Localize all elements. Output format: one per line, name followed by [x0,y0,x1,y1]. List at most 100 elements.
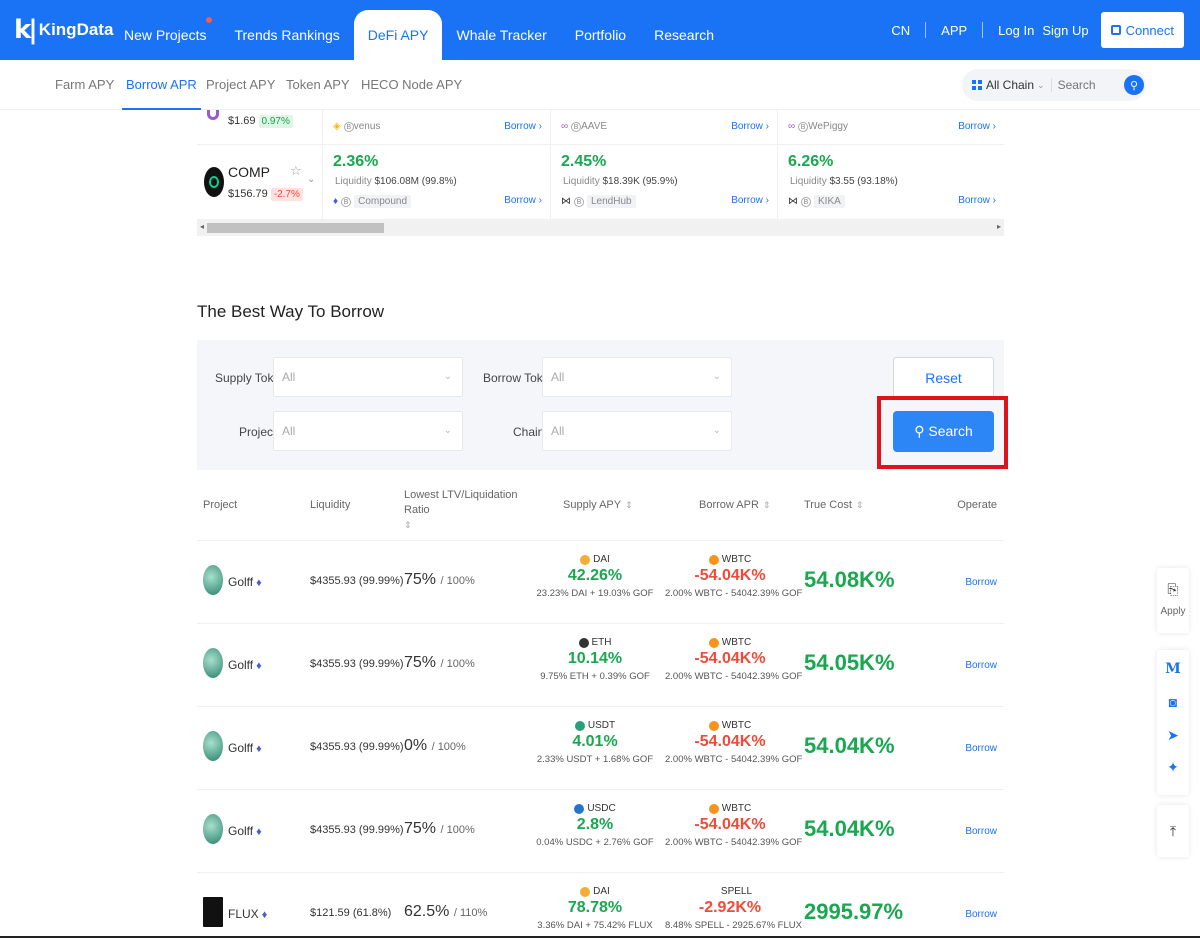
kingdata-logo[interactable]: k| KingData [14,15,113,45]
horizontal-scrollbar[interactable]: ◂ ▸ [197,220,1004,236]
tab-borrow-apr[interactable]: Borrow APR [122,60,201,110]
strip-cell: 2.45% Liquidity $18.39K (95.9%) ⋈ B LendHu… [550,145,777,219]
nav-trends-rankings[interactable]: Trends Rankings [220,10,353,60]
twitter-icon[interactable]: ✦ [1164,758,1182,776]
project-cell[interactable]: Golff ♦ [228,575,262,589]
strip-row: COMP ☆ ⌄ $156.79 -2.7% 2.36% Liquidity $1… [197,145,1004,220]
bsc-icon: ◈ [333,121,341,132]
b-icon: B [343,121,354,132]
telegram-icon[interactable]: ➤ [1164,726,1182,744]
borrow-link[interactable]: Borrow [965,743,997,754]
nav-portfolio[interactable]: Portfolio [561,10,640,60]
borrow-token: WBTC [665,637,795,648]
supply-token-icon [578,637,589,648]
borrow-token-select[interactable]: All ⌄ [542,357,732,397]
borrow-apr-detail: 2.00% WBTC - 54042.39% GOF [665,588,803,599]
login-link[interactable]: Log In [994,23,1038,38]
supply-apy-cell: USDT 4.01% 2.33% USDT + 1.68% GOF [535,720,655,765]
b-icon: B [798,121,809,132]
nav-defi-apy[interactable]: DeFi APY [353,10,443,60]
borrow-apr-cell: SPELL -2.92K% 8.48% SPELL - 2925.67% FLUX [665,886,802,931]
supply-token-name: DAI [593,554,610,565]
header-true-cost[interactable]: True Cost ⇕ [804,499,863,511]
supply-token-icon [580,554,591,565]
project-cell[interactable]: Golff ♦ [228,824,262,838]
sort-icon: ⇕ [762,500,771,510]
grid-icon [972,80,982,90]
ltv-number: 75% [404,654,437,671]
borrow-token-name: WBTC [721,637,752,648]
header-borrow-apr[interactable]: Borrow APR ⇕ [699,499,770,511]
comp-token-logo [204,167,224,197]
tab-farm-apy[interactable]: Farm APY [55,60,114,110]
tab-heco-node-apy[interactable]: HECO Node APY [361,60,462,110]
discord-icon[interactable]: ◙ [1164,693,1182,711]
borrow-link[interactable]: Borrow › [731,121,769,132]
project-name: Golff [228,658,254,672]
chain-select[interactable]: All ⌄ [542,411,732,451]
project-cell[interactable]: FLUX ♦ [228,907,267,921]
project-name: WePiggy [808,121,848,132]
table-header: Project Liquidity Lowest LTV/Liquidation… [197,470,1004,540]
tab-token-apy[interactable]: Token APY [286,60,350,110]
supply-token-select[interactable]: All ⌄ [273,357,463,397]
connect-wallet-button[interactable]: Connect [1100,12,1184,48]
sort-icon: ⇕ [404,520,412,530]
project-cell[interactable]: Golff ♦ [228,741,262,755]
nav-new-projects[interactable]: New Projects [110,10,220,60]
nav-label: New Projects [124,27,207,43]
chain-select[interactable]: All Chain [986,78,1034,92]
supply-token: DAI [535,554,655,565]
project-label: Project [239,425,277,439]
borrow-label: Borrow [504,121,536,132]
borrow-link[interactable]: Borrow › [504,121,542,132]
header-ltv[interactable]: Lowest LTV/Liquidation Ratio ⇕ [404,488,524,533]
borrow-apr-cell: WBTC -54.04K% 2.00% WBTC - 54042.39% GOF [665,720,803,765]
app-link[interactable]: APP [937,23,971,38]
borrow-link[interactable]: Borrow › [958,195,996,206]
borrow-apr-cell: WBTC -54.04K% 2.00% WBTC - 54042.39% GOF [665,637,802,682]
borrow-apr-value: -54.04K% [694,650,766,667]
ltv-value: 0% / 100% [404,737,466,755]
back-to-top-widget[interactable]: ⤒ [1157,805,1189,857]
chevron-down-icon[interactable]: ⌄ [307,174,315,185]
reset-button[interactable]: Reset [893,357,994,399]
ltv-value: 62.5% / 110% [404,903,487,921]
table-row: Golff ♦ $4355.93 (99.99%) 75% / 100% USDC 2.8… [197,789,1004,872]
nav-whale-tracker[interactable]: Whale Tracker [442,10,560,60]
project-select[interactable]: All ⌄ [273,411,463,451]
borrow-apr-detail: 2.00% WBTC - 54042.39% GOF [665,754,803,765]
heco-icon: ⋈ [561,196,571,207]
liquidation-ratio: / 100% [440,575,475,587]
search-icon[interactable]: ⚲ [1124,75,1144,95]
scroll-right-icon[interactable]: ▸ [997,222,1001,231]
scroll-left-icon[interactable]: ◂ [200,222,204,231]
apply-widget[interactable]: ⎘ Apply [1157,568,1189,633]
nav-research[interactable]: Research [640,10,728,60]
liq-label: Liquidity [335,176,372,187]
borrow-link[interactable]: Borrow [965,826,997,837]
header-supply-apy[interactable]: Supply APY ⇕ [563,499,633,511]
borrow-link[interactable]: Borrow [965,909,997,920]
sort-icon: ⇕ [855,500,864,510]
borrow-link[interactable]: Borrow [965,577,997,588]
project-name: Golff [228,741,254,755]
tab-project-apy[interactable]: Project APY [206,60,275,110]
project-cell[interactable]: Golff ♦ [228,658,262,672]
medium-icon[interactable]: M [1164,660,1182,678]
borrow-link[interactable]: Borrow › [731,195,769,206]
language-cn-link[interactable]: CN [887,23,914,38]
nav-right-group: CN APP Log In Sign Up Connect [887,11,1184,49]
borrow-token: WBTC [665,803,795,814]
borrow-token-name: WBTC [721,720,752,731]
borrow-link[interactable]: Borrow › [504,195,542,206]
liquidation-ratio: / 110% [453,907,488,919]
borrow-apr-value: -54.04K% [694,733,766,750]
borrow-link[interactable]: Borrow [965,660,997,671]
star-icon[interactable]: ☆ [290,163,302,179]
signup-link[interactable]: Sign Up [1038,23,1092,38]
scroll-thumb[interactable] [207,223,384,233]
search-input[interactable] [1057,78,1134,92]
borrow-link[interactable]: Borrow › [958,121,996,132]
borrow-token-icon [707,886,718,897]
